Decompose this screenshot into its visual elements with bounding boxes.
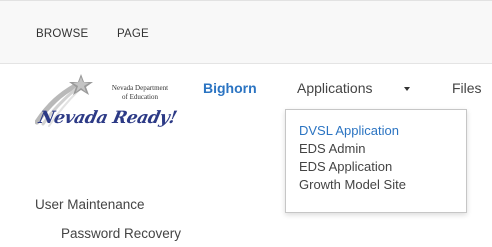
dropdown-item-growth-model-site[interactable]: Growth Model Site — [299, 176, 406, 193]
ribbon-tab-page[interactable]: PAGE — [117, 28, 149, 40]
caret-down-icon[interactable] — [404, 87, 410, 91]
dropdown-item-dvsl-application[interactable]: DVSL Application — [299, 122, 399, 139]
logo-department-line1: Nevada Department — [111, 84, 169, 92]
site-logo[interactable]: Nevada Department of Education Nevada Re… — [35, 72, 193, 142]
star-icon — [35, 74, 93, 127]
logo-department-line2: of Education — [122, 93, 158, 101]
quicklaunch-heading-user-maintenance[interactable]: User Maintenance — [35, 197, 145, 212]
dropdown-item-eds-admin[interactable]: EDS Admin — [299, 140, 365, 157]
topnav-item-bighorn[interactable]: Bighorn — [203, 80, 257, 96]
topnav-item-files[interactable]: Files — [452, 80, 482, 96]
ribbon-tab-browse[interactable]: BROWSE — [36, 28, 88, 40]
topnav-item-applications[interactable]: Applications — [297, 80, 373, 96]
logo-script-text: Nevada Ready! — [36, 108, 179, 128]
dropdown-item-eds-application[interactable]: EDS Application — [299, 158, 392, 175]
logo-department-text: Nevada Department of Education — [101, 84, 179, 102]
ribbon-bar: BROWSE PAGE — [0, 0, 492, 64]
quicklaunch-item-password-recovery[interactable]: Password Recovery — [61, 226, 181, 241]
applications-dropdown-menu: DVSL Application EDS Admin EDS Applicati… — [285, 109, 467, 213]
